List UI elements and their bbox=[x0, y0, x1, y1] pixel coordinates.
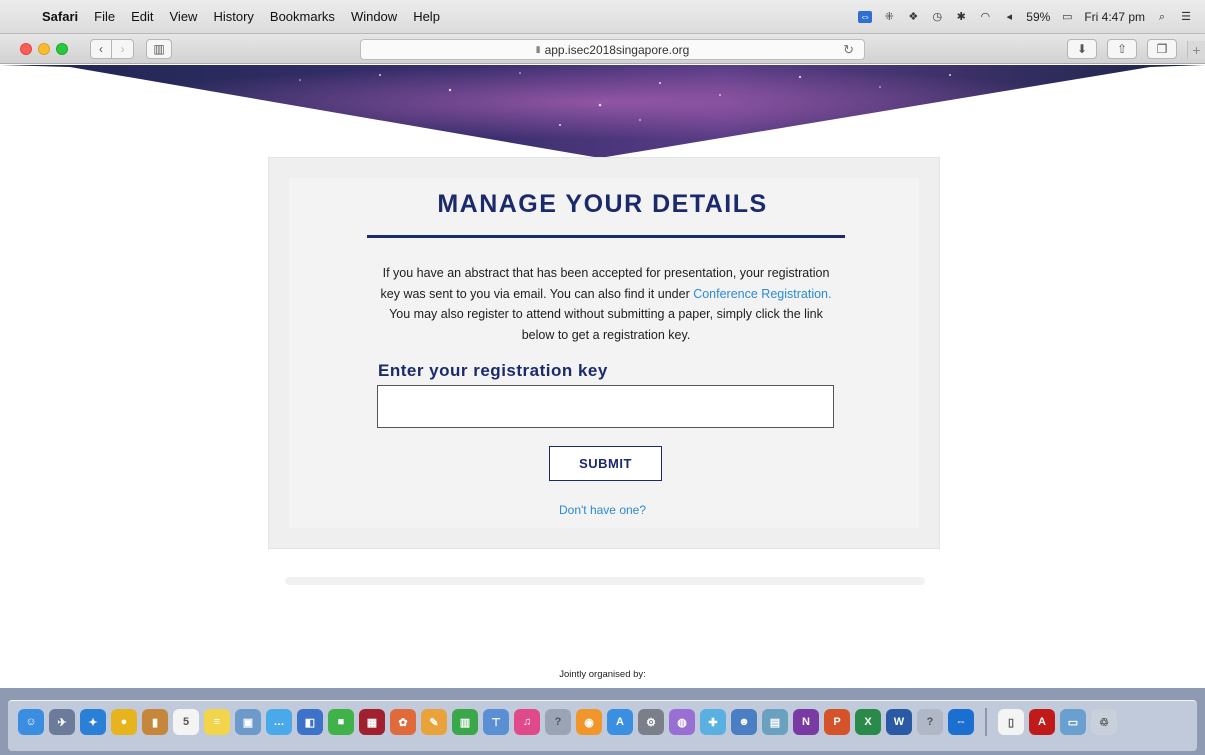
itunes-icon[interactable]: ♫ bbox=[514, 709, 540, 735]
registration-key-input[interactable] bbox=[377, 385, 834, 428]
nav-buttons: ‹ › bbox=[90, 38, 134, 59]
status-area: ⇔ ⁜ ❖ ◷ ✱ ◠ ◂ 59% ▭ Fri 4:47 pm ⌕ ☰ bbox=[858, 10, 1205, 24]
keynote-icon[interactable]: ◧ bbox=[297, 709, 323, 735]
address-url: app.isec2018singapore.org bbox=[544, 42, 690, 57]
downloads-button[interactable]: ⬇ bbox=[1067, 39, 1097, 59]
notefile-icon[interactable]: ▮ bbox=[142, 709, 168, 735]
dock: ☺ ✈ ✦ ● ▮ 5 ≡ ▣… ◧ ■ ▦ ✿ ✎ ▥ ⊤ ♫? ◉ A ⚙ ◍ ✚ ☻ ▤ N P X W? ⇔ ▯ A ▭ ♲ bbox=[0, 688, 1205, 755]
menu-file[interactable]: File bbox=[86, 9, 123, 24]
ibooks-icon[interactable]: ◉ bbox=[576, 709, 602, 735]
preview-icon[interactable]: ▣ bbox=[235, 709, 261, 735]
teamviewer-icon[interactable]: ⇔ bbox=[948, 709, 974, 735]
dock-icons: ☺ ✈ ✦ ● ▮ 5 ≡ ▣… ◧ ■ ▦ ✿ ✎ ▥ ⊤ ♫? ◉ A ⚙ ◍ ✚ ☻ ▤ N P X W? ⇔ ▯ A ▭ ♲ bbox=[18, 708, 1117, 736]
browser-toolbar: ‹ › ▥ ▮ app.isec2018singapore.org ↻ ⬇ ⇧ … bbox=[0, 34, 1205, 64]
powerpoint-icon[interactable]: P bbox=[824, 709, 850, 735]
dropbox-status-icon[interactable]: ❖ bbox=[906, 11, 920, 23]
submit-button[interactable]: SUBMIT bbox=[549, 446, 662, 481]
numbers-icon[interactable]: ▥ bbox=[452, 709, 478, 735]
trash-icon[interactable]: ♲ bbox=[1091, 709, 1117, 735]
galaxy-banner bbox=[0, 65, 1205, 158]
menu-help[interactable]: Help bbox=[405, 9, 448, 24]
toolbar-right: ⬇ ⇧ ❐ bbox=[1067, 39, 1177, 59]
share-icon: ⇧ bbox=[1116, 42, 1128, 56]
wifi-icon[interactable]: ◠ bbox=[978, 11, 992, 23]
clock[interactable]: Fri 4:47 pm bbox=[1084, 10, 1145, 24]
menu-window[interactable]: Window bbox=[343, 9, 405, 24]
back-button[interactable]: ‹ bbox=[90, 38, 112, 59]
forward-button[interactable]: › bbox=[112, 38, 134, 59]
web-page: MANAGE YOUR DETAILS If you have an abstr… bbox=[0, 65, 1205, 688]
messages-icon[interactable]: … bbox=[266, 709, 292, 735]
lock-icon: ▮ bbox=[535, 44, 541, 54]
notes-icon[interactable]: ≡ bbox=[204, 709, 230, 735]
new-tab-button[interactable]: + bbox=[1187, 41, 1205, 59]
card-shadow bbox=[285, 577, 925, 585]
volume-icon[interactable]: ◂ bbox=[1002, 11, 1016, 23]
word-icon[interactable]: W bbox=[886, 709, 912, 735]
menu-history[interactable]: History bbox=[205, 9, 261, 24]
tabs-overview-button[interactable]: ❐ bbox=[1147, 39, 1177, 59]
contacts-icon[interactable]: ☻ bbox=[731, 709, 757, 735]
menu-safari[interactable]: Safari bbox=[34, 9, 86, 24]
photobooth-icon[interactable]: ▦ bbox=[359, 709, 385, 735]
menu-bookmarks[interactable]: Bookmarks bbox=[262, 9, 343, 24]
chevron-left-icon: ‹ bbox=[99, 41, 103, 56]
chevron-right-icon: › bbox=[120, 41, 125, 56]
sysprefs-icon[interactable]: ⚙ bbox=[638, 709, 664, 735]
finder-icon[interactable]: ☺ bbox=[18, 709, 44, 735]
calendar-icon[interactable]: 5 bbox=[173, 709, 199, 735]
footer-organisers-text: Jointly organised by: bbox=[559, 669, 646, 680]
question-icon[interactable]: ? bbox=[917, 709, 943, 735]
reload-icon[interactable]: ↻ bbox=[843, 42, 854, 58]
launchpad-icon[interactable]: ✈ bbox=[49, 709, 75, 735]
safari-icon[interactable]: ✦ bbox=[80, 709, 106, 735]
teamviewer-status-icon[interactable]: ⇔ bbox=[858, 10, 873, 23]
grid-status-icon[interactable]: ⁜ bbox=[882, 11, 896, 23]
notification-center-icon[interactable]: ☰ bbox=[1179, 11, 1193, 23]
tabs-icon: ❐ bbox=[1156, 42, 1168, 56]
battery-icon[interactable]: ▭ bbox=[1060, 11, 1074, 23]
intro-text-part2: You may also register to attend without … bbox=[389, 307, 823, 342]
address-bar[interactable]: ▮ app.isec2018singapore.org ↻ bbox=[360, 39, 865, 60]
downloads-icon[interactable]: ▭ bbox=[1060, 709, 1086, 735]
timemachine-status-icon[interactable]: ◷ bbox=[930, 11, 944, 23]
close-window-button[interactable] bbox=[20, 42, 32, 55]
appstore-icon[interactable]: A bbox=[607, 709, 633, 735]
menu-edit[interactable]: Edit bbox=[123, 9, 161, 24]
dont-have-one-link[interactable]: Don't have one? bbox=[0, 503, 1205, 517]
gallery-icon[interactable]: ▤ bbox=[762, 709, 788, 735]
keynote-stand-icon[interactable]: ⊤ bbox=[483, 709, 509, 735]
siri-icon[interactable]: ◍ bbox=[669, 709, 695, 735]
sidebar-icon: ▥ bbox=[153, 41, 165, 56]
acrobat-icon[interactable]: A bbox=[1029, 709, 1055, 735]
zoom-window-button[interactable] bbox=[56, 42, 68, 55]
intro-text: If you have an abstract that has been ac… bbox=[375, 263, 837, 345]
battery-percent[interactable]: 59% bbox=[1026, 10, 1050, 24]
window-controls bbox=[20, 42, 68, 55]
menu-view[interactable]: View bbox=[162, 9, 206, 24]
document-icon[interactable]: ▯ bbox=[998, 709, 1024, 735]
menu-bar: Safari File Edit View History Bookmarks … bbox=[0, 0, 1205, 34]
conference-registration-link[interactable]: Conference Registration. bbox=[693, 287, 831, 301]
dock-separator bbox=[985, 708, 987, 736]
title-divider bbox=[367, 235, 845, 238]
onenote-icon[interactable]: N bbox=[793, 709, 819, 735]
help-icon[interactable]: ? bbox=[545, 709, 571, 735]
photos-icon[interactable]: ✿ bbox=[390, 709, 416, 735]
bluetooth-icon[interactable]: ✱ bbox=[954, 11, 968, 23]
maps-icon[interactable]: ✚ bbox=[700, 709, 726, 735]
chrome-icon[interactable]: ● bbox=[111, 709, 137, 735]
sidebar-toggle-button[interactable]: ▥ bbox=[146, 38, 172, 59]
registration-key-label: Enter your registration key bbox=[378, 361, 608, 380]
download-icon: ⬇ bbox=[1076, 42, 1088, 56]
share-button[interactable]: ⇧ bbox=[1107, 39, 1137, 59]
spotlight-icon[interactable]: ⌕ bbox=[1155, 11, 1169, 23]
page-title: MANAGE YOUR DETAILS bbox=[437, 190, 768, 218]
facetime-icon[interactable]: ■ bbox=[328, 709, 354, 735]
excel-icon[interactable]: X bbox=[855, 709, 881, 735]
pages-icon[interactable]: ✎ bbox=[421, 709, 447, 735]
minimize-window-button[interactable] bbox=[38, 42, 50, 55]
